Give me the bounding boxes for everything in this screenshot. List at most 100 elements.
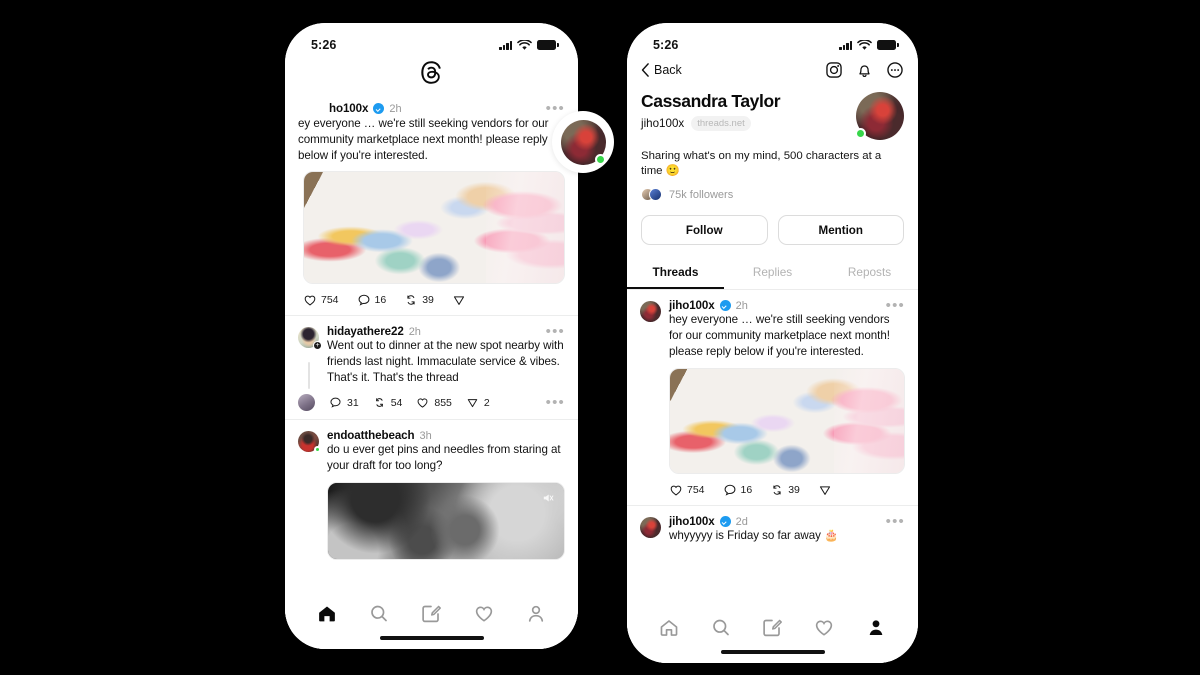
status-time: 5:26	[653, 38, 679, 52]
post-timestamp: 2h	[408, 325, 421, 338]
repost-button[interactable]: 39	[770, 483, 800, 497]
reply-count: 16	[740, 484, 753, 496]
post-header: endoatthebeach 3h	[327, 429, 565, 442]
follow-button[interactable]: Follow	[641, 215, 768, 245]
post-username[interactable]: jiho100x	[669, 299, 715, 312]
domain-chip: threads.net	[691, 116, 751, 131]
more-circle-icon[interactable]	[886, 61, 904, 79]
bottom-tab-bar	[285, 591, 578, 649]
avatar[interactable]	[640, 301, 661, 322]
post-header: hidayathere22 2h •••	[327, 324, 565, 339]
profile-handle: jiho100x	[641, 117, 685, 130]
reply-button[interactable]: 31	[329, 396, 359, 409]
search-icon[interactable]	[368, 603, 390, 624]
followers-row[interactable]: 75k followers	[627, 179, 918, 201]
post-more-icon[interactable]: •••	[546, 324, 565, 339]
post-media-video[interactable]	[327, 482, 565, 560]
tab-reposts[interactable]: Reposts	[821, 258, 918, 289]
tab-threads[interactable]: Threads	[627, 258, 724, 289]
bell-icon[interactable]	[856, 61, 873, 79]
verified-badge-icon	[373, 103, 385, 114]
repost-button[interactable]: 39	[404, 293, 434, 307]
follower-avatars	[641, 188, 662, 201]
avatar[interactable]	[298, 394, 315, 411]
home-indicator	[379, 635, 484, 640]
post-more-icon[interactable]: •••	[886, 298, 905, 313]
profile-icon[interactable]	[525, 603, 547, 624]
post-actions: 31 54 855 2 •••	[298, 394, 565, 411]
profile-avatar[interactable]	[855, 92, 904, 140]
profile-display-name: Cassandra Taylor	[641, 91, 781, 111]
feed-post[interactable]: ho100x 2h ••• ey everyone … we're still …	[285, 93, 578, 316]
post-text: do u ever get pins and needles from star…	[327, 443, 561, 472]
share-count: 2	[483, 396, 490, 409]
post-more-icon[interactable]: •••	[886, 514, 905, 529]
verified-badge-icon	[719, 300, 731, 311]
avatar[interactable]	[298, 431, 321, 453]
post-timestamp: 2h	[389, 102, 402, 115]
reply-button[interactable]: 16	[723, 483, 753, 497]
post-username[interactable]: endoatthebeach	[327, 429, 415, 442]
heart-icon[interactable]	[813, 617, 835, 638]
avatar[interactable]	[640, 517, 661, 538]
post-media-image[interactable]	[669, 368, 905, 474]
post-media-image[interactable]	[303, 171, 565, 284]
share-button[interactable]: 2	[466, 396, 490, 409]
mute-icon[interactable]	[541, 491, 555, 505]
home-icon[interactable]	[658, 617, 680, 638]
reply-button[interactable]: 16	[357, 293, 386, 307]
instagram-icon[interactable]	[825, 61, 843, 79]
post-text: Went out to dinner at the new spot nearb…	[327, 339, 564, 384]
verified-badge-icon	[719, 516, 731, 527]
post-more-icon[interactable]: •••	[546, 101, 565, 116]
profile-icon[interactable]	[865, 617, 887, 638]
threads-logo-icon	[285, 57, 578, 93]
right-phone-frame: 5:26 Back Cassandra Taylor jiho100x thre…	[627, 23, 918, 663]
like-button[interactable]: 855	[416, 396, 452, 409]
like-button[interactable]: 754	[669, 483, 705, 497]
jiho100x-floating-avatar[interactable]	[552, 111, 614, 173]
home-icon[interactable]	[316, 603, 338, 624]
post-header: ho100x 2h •••	[298, 101, 565, 116]
compose-icon[interactable]	[420, 603, 442, 624]
tab-replies[interactable]: Replies	[724, 258, 821, 289]
post-more-icon[interactable]: •••	[546, 395, 565, 410]
share-button[interactable]	[452, 293, 466, 307]
like-button[interactable]: 754	[303, 293, 339, 307]
like-count: 754	[687, 484, 705, 496]
avatar[interactable]: +	[298, 327, 322, 350]
like-count: 754	[321, 294, 339, 306]
repost-count: 39	[422, 294, 434, 306]
status-bar: 5:26	[627, 23, 918, 57]
profile-header: Cassandra Taylor jiho100x threads.net	[627, 89, 918, 140]
search-icon[interactable]	[710, 617, 732, 638]
post-header: jiho100x 2h •••	[669, 298, 905, 313]
post-timestamp: 3h	[419, 429, 432, 442]
heart-icon[interactable]	[473, 603, 495, 624]
post-username[interactable]: hidayathere22	[327, 325, 404, 338]
feed-post[interactable]: jiho100x 2h ••• hey everyone … we're sti…	[627, 290, 918, 506]
post-username[interactable]: ho100x	[329, 102, 368, 115]
back-label: Back	[654, 63, 682, 77]
add-icon: +	[313, 341, 322, 350]
mention-button[interactable]: Mention	[777, 215, 904, 245]
post-text: hey everyone … we're still seeking vendo…	[669, 313, 890, 358]
profile-bio: Sharing what's on my mind, 500 character…	[641, 150, 882, 177]
post-text: ey everyone … we're still seeking vendor…	[298, 117, 549, 162]
compose-icon[interactable]	[761, 617, 783, 638]
scene-root: 5:26 ho100x 2h ••• ey everyone … we're s…	[0, 0, 1200, 675]
right-phone-screen: 5:26 Back Cassandra Taylor jiho100x thre…	[627, 23, 918, 663]
repost-button[interactable]: 54	[373, 396, 402, 409]
left-phone-screen: 5:26 ho100x 2h ••• ey everyone … we're s…	[285, 23, 578, 649]
like-count: 855	[434, 396, 452, 409]
chevron-left-icon	[641, 63, 649, 77]
feed-post[interactable]: endoatthebeach 3h do u ever get pins and…	[285, 420, 578, 568]
post-timestamp: 2d	[735, 515, 748, 528]
back-button[interactable]: Back	[641, 63, 682, 77]
share-button[interactable]	[818, 483, 832, 497]
feed-post[interactable]: jiho100x 2d ••• whyyyyy is Friday so far…	[627, 506, 918, 552]
left-phone-frame: 5:26 ho100x 2h ••• ey everyone … we're s…	[285, 23, 614, 649]
wifi-icon	[857, 39, 872, 50]
post-username[interactable]: jiho100x	[669, 515, 715, 528]
feed-post[interactable]: + hidayathere22 2h ••• Went out to dinne…	[285, 316, 578, 420]
